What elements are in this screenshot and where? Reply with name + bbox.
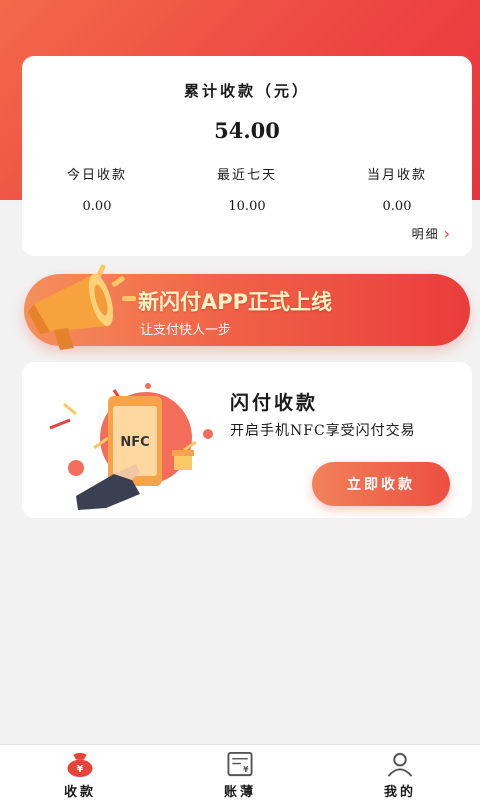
summary-title: 累计收款（元） — [183, 82, 310, 100]
stat-value: 0.00 — [382, 199, 412, 214]
tab-label: 我的 — [383, 785, 416, 800]
stat-last-7-days: 最近七天 10.00 — [172, 164, 322, 214]
total-amount: 54.00 — [214, 118, 280, 143]
tab-collect[interactable]: ¥ 收款 — [0, 745, 160, 800]
svg-text:¥: ¥ — [243, 765, 249, 774]
bottom-tab-bar: ¥ 收款 ¥ 账薄 我的 — [0, 744, 480, 800]
nfc-pay-card: NFC 闪付收款 开启手机NFC享受闪付交易 立即收款 — [22, 362, 472, 518]
stat-value: 10.00 — [228, 199, 266, 214]
collect-now-button[interactable]: 立即收款 — [312, 462, 450, 506]
summary-card: 累计收款（元） 54.00 今日收款 0.00 最近七天 10.00 当月收款 … — [22, 56, 472, 256]
stat-value: 0.00 — [82, 199, 112, 214]
pay-card-description: 开启手机NFC享受闪付交易 — [230, 423, 416, 439]
svg-text:¥: ¥ — [77, 764, 84, 775]
ledger-icon: ¥ — [227, 751, 253, 777]
tab-mine[interactable]: 我的 — [320, 745, 480, 800]
stat-this-month: 当月收款 0.00 — [322, 164, 472, 214]
stat-label: 当月收款 — [366, 168, 427, 183]
banner-subtitle: 让支付快人一步 — [140, 323, 232, 338]
stat-label: 今日收款 — [66, 168, 127, 183]
stats-row: 今日收款 0.00 最近七天 10.00 当月收款 0.00 — [22, 164, 472, 214]
banner-title: 新闪付APP正式上线 — [138, 290, 333, 314]
stat-label: 最近七天 — [216, 168, 277, 183]
tab-ledger[interactable]: ¥ 账薄 — [160, 745, 320, 800]
detail-link[interactable]: 明细 › — [412, 224, 452, 243]
nfc-phone-illustration: NFC — [49, 383, 213, 510]
money-bag-icon: ¥ — [67, 752, 93, 778]
megaphone-icon — [28, 264, 136, 350]
tab-label: 账薄 — [223, 785, 256, 800]
tab-label: 收款 — [63, 785, 96, 800]
detail-label: 明细 — [411, 227, 440, 241]
pay-card-title: 闪付收款 — [230, 392, 319, 414]
launch-banner[interactable]: 新闪付APP正式上线 让支付快人一步 — [24, 264, 470, 350]
user-icon — [387, 752, 413, 777]
stat-today: 今日收款 0.00 — [22, 164, 172, 214]
chevron-right-icon: › — [443, 224, 452, 243]
nfc-badge-text: NFC — [120, 435, 149, 450]
